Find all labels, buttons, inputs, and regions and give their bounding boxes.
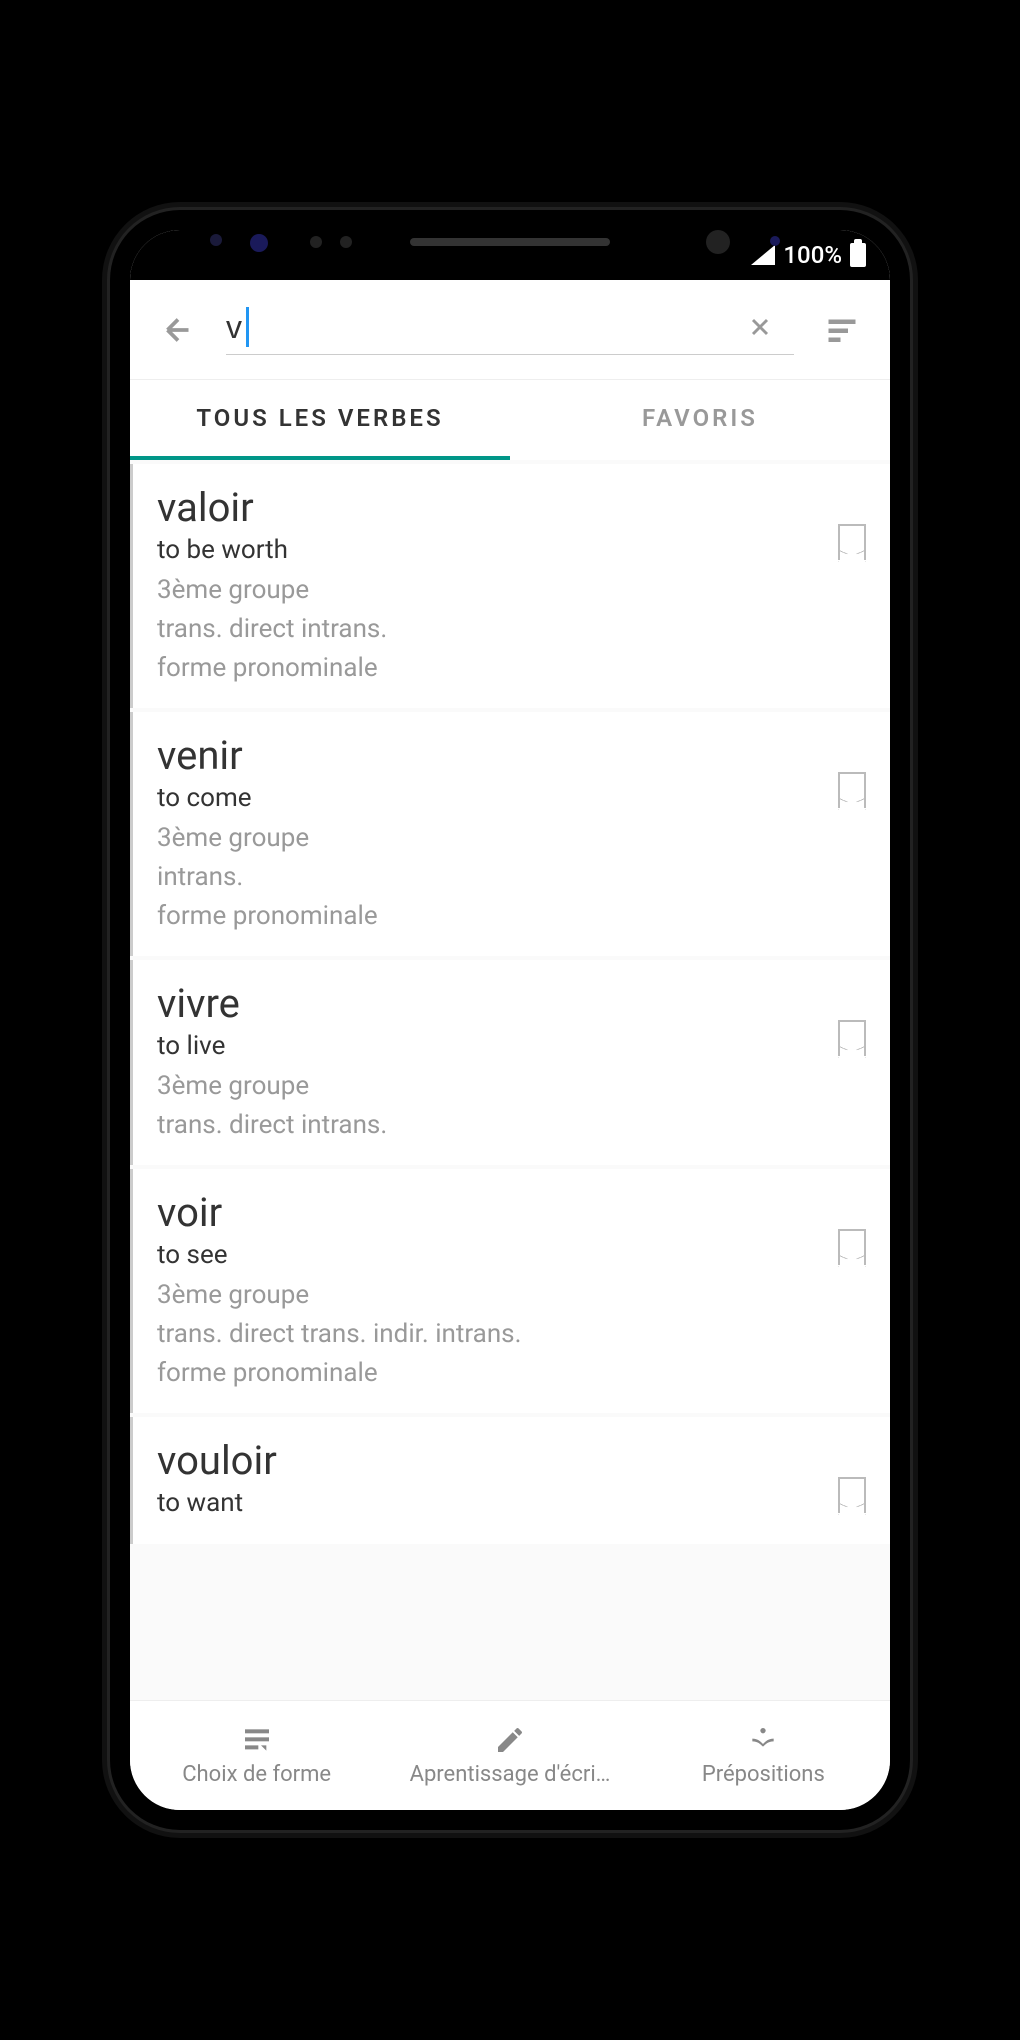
verb-form: forme pronominale xyxy=(157,897,822,936)
verb-name: vivre xyxy=(157,980,822,1027)
verb-translation: to come xyxy=(157,783,822,813)
back-button[interactable] xyxy=(150,302,206,358)
bookmark-icon[interactable] xyxy=(838,1229,866,1265)
battery-icon xyxy=(850,243,866,267)
tab-all-verbs[interactable]: TOUS LES VERBES xyxy=(130,380,510,460)
verb-group: 3ème groupe xyxy=(157,1067,822,1106)
bookmark-icon[interactable] xyxy=(838,772,866,808)
verb-form: forme pronominale xyxy=(157,649,822,688)
verb-list[interactable]: valoir to be worth 3ème groupe trans. di… xyxy=(130,460,890,1700)
verb-translation: to live xyxy=(157,1031,822,1061)
verb-transitivity: trans. direct trans. indir. intrans. xyxy=(157,1315,822,1354)
nav-form-choice[interactable]: Choix de forme xyxy=(130,1701,383,1810)
form-icon xyxy=(239,1724,275,1756)
text-cursor xyxy=(246,307,249,347)
verb-group: 3ème groupe xyxy=(157,819,822,858)
nav-prepositions[interactable]: Prépositions xyxy=(637,1701,890,1810)
verb-item[interactable]: vivre to live 3ème groupe trans. direct … xyxy=(130,960,890,1165)
tab-favorites[interactable]: FAVORIS xyxy=(510,380,890,460)
sort-button[interactable] xyxy=(814,302,870,358)
battery-percentage: 100% xyxy=(783,241,842,269)
nav-writing[interactable]: Aprentissage d'écri… xyxy=(383,1701,636,1810)
search-input[interactable] xyxy=(226,305,726,350)
nav-label: Choix de forme xyxy=(182,1762,331,1787)
verb-item[interactable]: valoir to be worth 3ème groupe trans. di… xyxy=(130,464,890,708)
bottom-nav: Choix de forme Aprentissage d'écri… P xyxy=(130,1700,890,1810)
verb-translation: to see xyxy=(157,1240,822,1270)
verb-transitivity: trans. direct intrans. xyxy=(157,1106,822,1145)
verb-item[interactable]: venir to come 3ème groupe intrans. forme… xyxy=(130,712,890,956)
verb-item[interactable]: voir to see 3ème groupe trans. direct tr… xyxy=(130,1169,890,1413)
verb-translation: to be worth xyxy=(157,535,822,565)
bookmark-icon[interactable] xyxy=(838,1477,866,1513)
verb-transitivity: trans. direct intrans. xyxy=(157,610,822,649)
nav-label: Prépositions xyxy=(702,1762,825,1787)
verb-transitivity: intrans. xyxy=(157,858,822,897)
nav-label: Aprentissage d'écri… xyxy=(410,1762,611,1787)
verb-form: forme pronominale xyxy=(157,1354,822,1393)
verb-name: valoir xyxy=(157,484,822,531)
reader-icon xyxy=(745,1724,781,1756)
bookmark-icon[interactable] xyxy=(838,1020,866,1056)
clear-button[interactable] xyxy=(726,313,794,341)
verb-translation: to want xyxy=(157,1488,822,1518)
verb-name: voir xyxy=(157,1189,822,1236)
verb-item[interactable]: vouloir to want xyxy=(130,1417,890,1544)
verb-name: vouloir xyxy=(157,1437,822,1484)
pencil-icon xyxy=(494,1724,526,1756)
search-bar xyxy=(130,280,890,380)
bookmark-icon[interactable] xyxy=(838,524,866,560)
verb-group: 3ème groupe xyxy=(157,1276,822,1315)
verb-group: 3ème groupe xyxy=(157,571,822,610)
signal-icon xyxy=(751,245,775,265)
verb-name: venir xyxy=(157,732,822,779)
tabs: TOUS LES VERBES FAVORIS xyxy=(130,380,890,460)
